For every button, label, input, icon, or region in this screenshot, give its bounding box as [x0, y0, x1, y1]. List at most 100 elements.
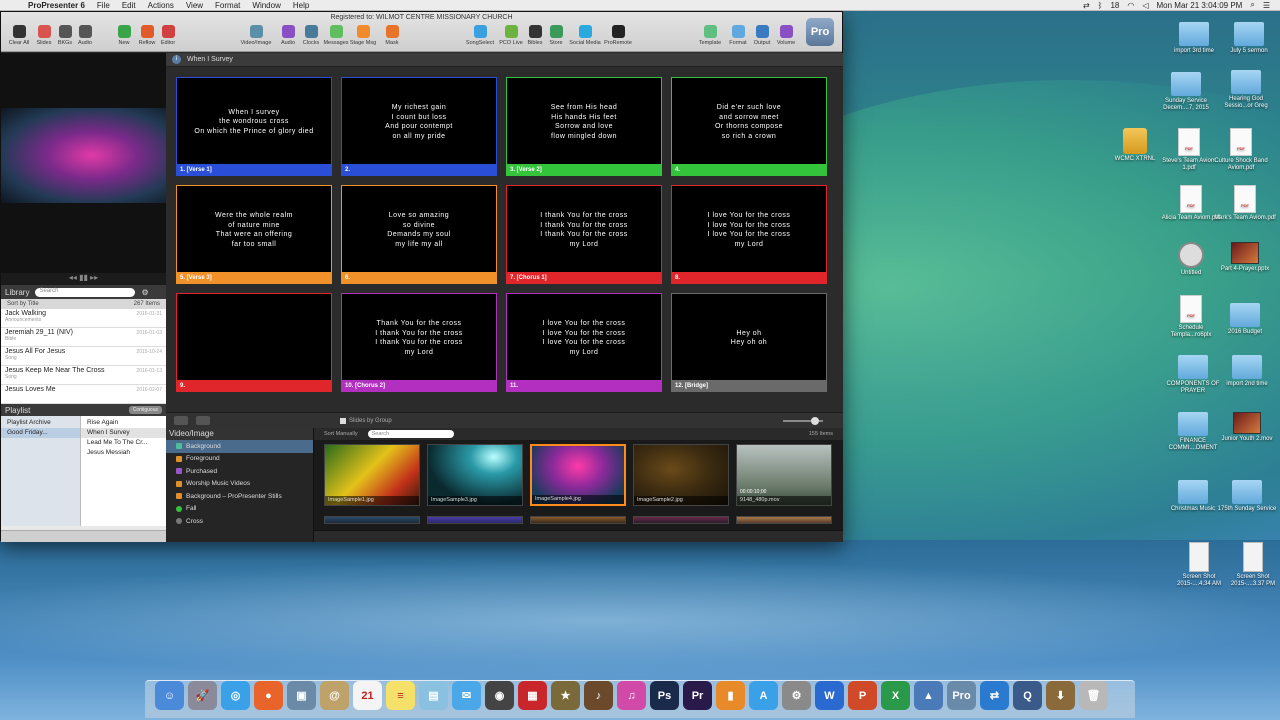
- ibooks-icon[interactable]: ▮: [716, 681, 745, 710]
- media-category[interactable]: Worship Music Videos: [166, 478, 313, 491]
- toolbar-button-messages[interactable]: Messages: [321, 25, 351, 46]
- notification-icon[interactable]: ☰: [1263, 1, 1270, 10]
- quicktime-icon[interactable]: Q: [1013, 681, 1042, 710]
- slide-thumbnail[interactable]: 9.: [176, 293, 332, 392]
- slides-by-group-checkbox[interactable]: Slides by Group: [340, 417, 392, 424]
- itunes-icon[interactable]: ♫: [617, 681, 646, 710]
- menu-actions[interactable]: Actions: [148, 1, 174, 10]
- toolbar-button-stage-msg[interactable]: Stage Msg: [348, 25, 378, 46]
- toolbar-button-video-image[interactable]: Video/Image: [237, 25, 275, 46]
- media-category[interactable]: Purchased: [166, 465, 313, 478]
- desktop-icon[interactable]: Screen Shot 2015-....3.37 PM: [1222, 542, 1280, 588]
- toolbar-button-proremote[interactable]: ProRemote: [603, 25, 633, 46]
- toolbar-button-template[interactable]: Template: [695, 25, 725, 46]
- media-category[interactable]: Foreground: [166, 453, 313, 466]
- downloads-icon[interactable]: ⬇: [1046, 681, 1075, 710]
- library-item[interactable]: Jesus Loves Me 2016-02-07: [1, 385, 166, 404]
- toolbar-button-songselect[interactable]: SongSelect: [461, 25, 499, 46]
- desktop-icon[interactable]: Part 4-Prayer.pptx: [1214, 242, 1276, 273]
- excel-icon[interactable]: X: [881, 681, 910, 710]
- volume-icon[interactable]: ◁: [1142, 1, 1148, 10]
- playlist-item[interactable]: When I Survey: [81, 428, 166, 438]
- slide-thumbnail[interactable]: My richest gain I count but loss And pou…: [341, 77, 497, 176]
- toolbar-button-social-media[interactable]: Social Media: [566, 25, 604, 46]
- toolbar-button-audio[interactable]: Audio: [70, 25, 100, 46]
- slide-thumbnail[interactable]: Hey oh Hey oh oh 12. [Bridge]: [671, 293, 827, 392]
- library-item[interactable]: Jack Walking Announcements 2016-01-31: [1, 309, 166, 328]
- powerpoint-icon[interactable]: P: [848, 681, 877, 710]
- media-thumb[interactable]: 00:00:10;00 9148_480p.mov: [736, 444, 832, 506]
- pro-button[interactable]: Pro: [806, 18, 834, 46]
- desktop-icon[interactable]: PDF Mark's Team Aviom.pdf: [1214, 185, 1276, 222]
- slide-thumbnail[interactable]: I love You for the cross I love You for …: [506, 293, 662, 392]
- desktop-icon[interactable]: PDF Schedule Templa...ro6plx: [1160, 295, 1222, 339]
- premiere-icon[interactable]: Pr: [683, 681, 712, 710]
- slide-thumbnail[interactable]: When I survey the wondrous cross On whic…: [176, 77, 332, 176]
- library-item[interactable]: Jesus All For Jesus Song 2015-10-24: [1, 347, 166, 366]
- slide-thumbnail[interactable]: Love so amazing so divine Demands my sou…: [341, 185, 497, 284]
- firefox-icon[interactable]: ●: [254, 681, 283, 710]
- desktop-icon[interactable]: Hearing God Sessio...or Greg: [1215, 70, 1277, 110]
- scissors-icon[interactable]: [196, 416, 210, 425]
- desktop-icon[interactable]: July 5 sermon: [1218, 22, 1280, 55]
- trash-icon[interactable]: 🗑: [1079, 681, 1108, 710]
- slide-size-slider[interactable]: [783, 416, 823, 425]
- desktop-icon[interactable]: FINANCE COMMI....DMENT: [1162, 412, 1224, 452]
- menu-app-name[interactable]: ProPresenter 6: [28, 1, 85, 10]
- slide-thumbnail[interactable]: Were the whole realm of nature mine That…: [176, 185, 332, 284]
- media-thumb[interactable]: [427, 516, 523, 524]
- media-search-input[interactable]: Search: [367, 430, 454, 438]
- menu-edit[interactable]: Edit: [122, 1, 136, 10]
- media-thumb[interactable]: [324, 516, 420, 524]
- desktop-icon[interactable]: Sunday Service Decem....7, 2015: [1155, 72, 1217, 112]
- desktop-icon[interactable]: Screen Shot 2015-....4.34 AM: [1168, 542, 1230, 588]
- desktop-icon[interactable]: WCMC XTRNL: [1104, 128, 1166, 163]
- desktop-icon[interactable]: COMPONENTS OF PRAYER: [1162, 355, 1224, 395]
- media-thumb[interactable]: [736, 516, 832, 524]
- desktop-icon[interactable]: Untitled: [1160, 242, 1222, 277]
- keynote-icon[interactable]: ▲: [914, 681, 943, 710]
- slide-thumbnail[interactable]: Thank You for the cross I thank You for …: [341, 293, 497, 392]
- bluetooth-icon[interactable]: ᛒ: [1098, 1, 1103, 10]
- slide-thumbnail[interactable]: I love You for the cross I love You for …: [671, 185, 827, 284]
- appstore-icon[interactable]: A: [749, 681, 778, 710]
- media-thumb[interactable]: ImageSample1.jpg: [324, 444, 420, 506]
- toolbar-button-editor[interactable]: Editor: [153, 25, 183, 46]
- desktop-icon[interactable]: 2016 Budget: [1214, 303, 1276, 336]
- media-category[interactable]: Cross: [166, 515, 313, 528]
- menu-window[interactable]: Window: [252, 1, 280, 10]
- media-sort-button[interactable]: Sort Manually: [324, 431, 358, 437]
- desktop-icon[interactable]: Junior Youth 2.mov: [1216, 412, 1278, 443]
- photos-icon[interactable]: ▤: [419, 681, 448, 710]
- media-thumb[interactable]: [530, 516, 626, 524]
- playlist-folder-good-friday[interactable]: Good Friday...: [1, 428, 80, 438]
- library-sort-button[interactable]: Sort by Title: [7, 301, 39, 307]
- playlist-mode-button[interactable]: Contiguous: [128, 406, 162, 414]
- desktop-icon[interactable]: Christmas Music: [1162, 480, 1224, 513]
- photobooth-icon[interactable]: ▦: [518, 681, 547, 710]
- clock[interactable]: Mon Mar 21 3:04:09 PM: [1157, 1, 1243, 10]
- preview-icon[interactable]: ▣: [287, 681, 316, 710]
- add-slide-button[interactable]: [174, 416, 188, 425]
- media-thumb[interactable]: ImageSample4.jpg: [530, 444, 626, 506]
- media-category[interactable]: Fall: [166, 503, 313, 516]
- menu-file[interactable]: File: [97, 1, 110, 10]
- teamviewer-status-icon[interactable]: ⇄: [1083, 1, 1090, 10]
- library-item[interactable]: Jeremiah 29_11 (NIV) Bible 2016-01-03: [1, 328, 166, 347]
- menu-format[interactable]: Format: [215, 1, 240, 10]
- desktop-icon[interactable]: import 3rd time: [1163, 22, 1225, 55]
- word-icon[interactable]: W: [815, 681, 844, 710]
- media-thumb[interactable]: ImageSample2.jpg: [633, 444, 729, 506]
- menu-view[interactable]: View: [186, 1, 203, 10]
- teamviewer-icon[interactable]: ⇄: [980, 681, 1009, 710]
- media-thumb[interactable]: [633, 516, 729, 524]
- slide-thumbnail[interactable]: See from His head His hands His feet Sor…: [506, 77, 662, 176]
- messages-icon[interactable]: ✉: [452, 681, 481, 710]
- playlist-item[interactable]: Jesus Messiah: [81, 448, 166, 458]
- launchpad-icon[interactable]: 🚀: [188, 681, 217, 710]
- battery-count[interactable]: 18: [1110, 1, 1119, 10]
- media-thumb[interactable]: ImageSample3.jpg: [427, 444, 523, 506]
- desktop-icon[interactable]: 175th Sunday Service: [1216, 480, 1278, 513]
- slide-thumbnail[interactable]: I thank You for the cross I thank You fo…: [506, 185, 662, 284]
- mail-icon[interactable]: @: [320, 681, 349, 710]
